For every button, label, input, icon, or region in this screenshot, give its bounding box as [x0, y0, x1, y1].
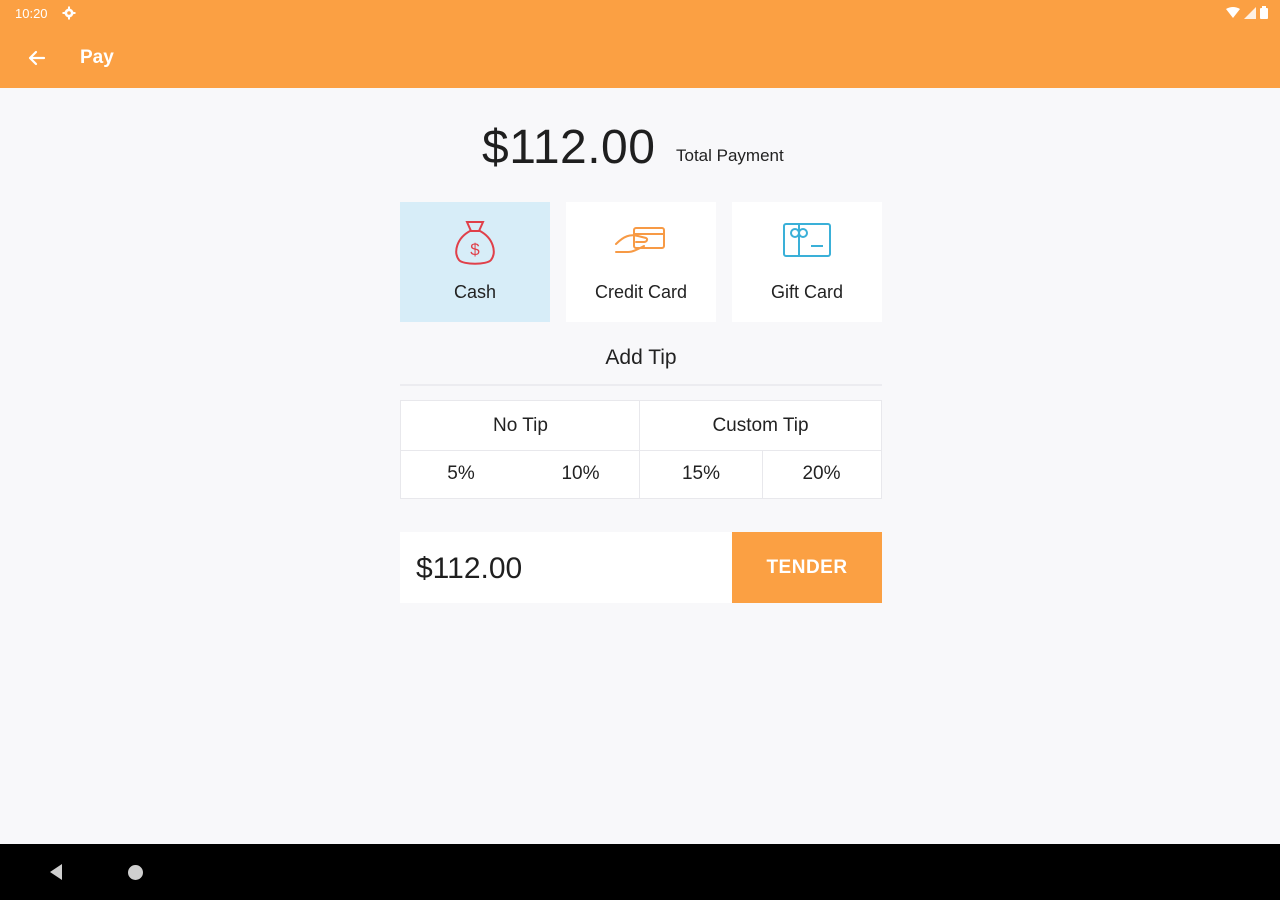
svg-text:$: $: [470, 240, 480, 259]
payment-method-credit-card[interactable]: Credit Card: [566, 202, 716, 322]
app-bar: 10:20 Pay: [0, 0, 1280, 88]
page-title: Pay: [80, 47, 114, 68]
arrow-left-icon[interactable]: [24, 45, 50, 71]
money-bag-icon: $: [455, 221, 495, 265]
add-tip-heading: Add Tip: [605, 346, 677, 369]
divider: [639, 401, 640, 498]
status-bar: 10:20: [0, 0, 1280, 26]
custom-tip-button[interactable]: Custom Tip: [640, 401, 881, 450]
payment-method-cash[interactable]: $ Cash: [400, 202, 550, 322]
signal-icon: [1244, 6, 1256, 19]
tip-15-button[interactable]: 15%: [640, 450, 762, 498]
payment-method-label: Credit Card: [594, 282, 688, 302]
total-amount: $112.00: [482, 121, 656, 174]
tip-20-button[interactable]: 20%: [762, 450, 881, 498]
divider: [401, 450, 881, 451]
gear-icon: [62, 6, 76, 20]
battery-icon: [1260, 6, 1268, 19]
nav-back-icon[interactable]: [46, 862, 66, 882]
wifi-icon: [1226, 6, 1240, 18]
status-icons: [1226, 6, 1268, 19]
hand-card-icon: [615, 227, 665, 253]
payment-method-gift-card[interactable]: Gift Card: [732, 202, 882, 322]
payment-method-label: Gift Card: [770, 282, 844, 302]
gift-card-icon: [783, 223, 831, 257]
status-time: 10:20: [15, 6, 48, 21]
tender-button[interactable]: TENDER: [732, 532, 882, 603]
payment-method-label: Cash: [453, 282, 497, 302]
tender-amount-field[interactable]: $112.00: [400, 532, 732, 603]
tip-5-button[interactable]: 5%: [401, 450, 521, 498]
divider: [762, 450, 763, 498]
divider: [400, 384, 882, 386]
no-tip-button[interactable]: No Tip: [401, 401, 640, 450]
tip-options: No Tip Custom Tip 5% 10% 15% 20%: [400, 400, 882, 499]
nav-home-icon[interactable]: [128, 865, 143, 880]
tip-10-button[interactable]: 10%: [521, 450, 640, 498]
system-nav-bar: [0, 844, 1280, 900]
total-label: Total Payment: [676, 146, 784, 165]
